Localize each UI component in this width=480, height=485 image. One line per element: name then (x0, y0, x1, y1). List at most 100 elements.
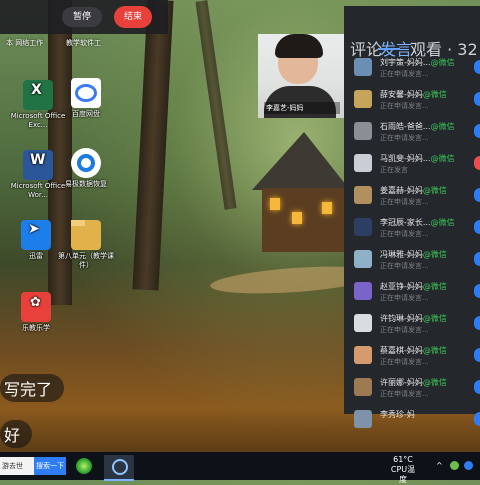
avatar (354, 154, 372, 172)
tray-app-icon[interactable] (464, 461, 473, 470)
participant-name-text: 许钧琳-妈妈 (380, 314, 423, 323)
baidu-netdisk-icon (71, 78, 101, 108)
desktop-icon-label: 易极数据恢复 (65, 180, 107, 188)
participant-row[interactable]: 姜嘉赫-妈妈@微信 正在申请发言... (352, 184, 480, 214)
pause-button[interactable]: 暂停 (62, 7, 102, 27)
participant-source-tag: @微信 (422, 90, 447, 99)
participant-name: 赵亚铮-妈妈@微信 (380, 281, 447, 292)
mic-toggle-icon[interactable] (474, 124, 480, 138)
taskbar: 游去世 搜索一下 61°C CPU温度 ^ (0, 452, 480, 484)
mic-toggle-icon[interactable] (474, 284, 480, 298)
participant-status: 正在申请发言... (380, 390, 429, 398)
participant-status: 正在申请发言... (380, 70, 429, 78)
tree-trunk (132, 0, 174, 291)
participant-status: 正在申请发言... (380, 358, 429, 366)
mic-toggle-icon[interactable] (474, 156, 480, 170)
mic-toggle-icon[interactable] (474, 220, 480, 234)
mic-toggle-icon[interactable] (474, 380, 480, 394)
cpu-temperature: 61°C CPU温度 (388, 455, 418, 485)
participant-name-text: 蔡嘉棋-妈妈 (380, 346, 423, 355)
desktop-label: 教学软件工 (66, 39, 101, 47)
participant-name-text: 马凯斐-妈妈... (380, 154, 431, 163)
chat-bubble: 写完了 (0, 374, 65, 402)
participant-status: 正在申请发言... (380, 102, 429, 110)
participant-video[interactable]: 李嘉艺-妈妈 (258, 34, 344, 118)
mic-toggle-icon[interactable] (474, 412, 480, 426)
avatar (354, 186, 372, 204)
participant-source-tag: @微信 (430, 58, 455, 67)
participant-row[interactable]: 赵亚铮-妈妈@微信 正在申请发言... (352, 280, 480, 310)
mic-toggle-icon[interactable] (474, 60, 480, 74)
mic-toggle-icon[interactable] (474, 316, 480, 330)
participant-name-text: 石雨皓-爸爸... (380, 122, 431, 131)
desktop-icon-xunlei[interactable]: ➤ 迅雷 (8, 220, 64, 261)
participant-row[interactable]: 许丽娜-妈妈@微信正在申请发言... (352, 376, 480, 406)
desktop-icon-data-recovery[interactable]: 易极数据恢复 (58, 148, 114, 189)
participant-name: 冯琳雅-妈妈@微信 (380, 249, 447, 260)
taskbar-search-input[interactable]: 游去世 (0, 457, 34, 475)
participant-status: 正在申请发言... (380, 134, 429, 142)
desktop-icon-baidu-netdisk[interactable]: 百度网盘 (58, 78, 114, 119)
search-button[interactable]: 搜索一下 (34, 457, 66, 475)
desktop-icon-courseware-folder[interactable]: 第八单元（教学课件） (58, 220, 114, 270)
participant-row[interactable]: 李秀珍-妈 (352, 408, 480, 438)
desktop-icon-label: 第八单元（教学课件） (58, 252, 114, 269)
participant-name: 薛安馨-妈妈@微信 (380, 89, 447, 100)
avatar (354, 282, 372, 300)
excel-icon: X (23, 80, 53, 110)
participant-row[interactable]: 李冠辰-家长...@微信 正在申请发言... (352, 216, 480, 246)
folder-icon (71, 220, 101, 250)
app-360-icon[interactable] (76, 458, 92, 474)
participant-name-text: 许丽娜-妈妈 (380, 378, 423, 387)
participant-status: 正在申请发言... (380, 294, 429, 302)
participant-row[interactable]: 石雨皓-爸爸...@微信 正在申请发言... (352, 120, 480, 150)
avatar (354, 314, 372, 332)
participant-name-text: 薛安馨-妈妈 (380, 90, 423, 99)
tray-network-icon[interactable] (450, 461, 459, 470)
avatar (354, 218, 372, 236)
cpu-temperature-label: CPU温度 (390, 465, 416, 484)
participant-status: 正在发言 (380, 166, 408, 174)
avatar (354, 346, 372, 364)
avatar (354, 378, 372, 396)
avatar (354, 250, 372, 268)
lejiaolexue-icon: ✿ (21, 292, 51, 322)
participant-source-tag: @微信 (422, 378, 447, 387)
video-person-hair (275, 34, 323, 58)
desktop-icon-lejiaolexue[interactable]: ✿ 乐教乐学 (8, 292, 64, 333)
participant-status: 正在申请发言... (380, 326, 429, 334)
mic-toggle-icon[interactable] (474, 188, 480, 202)
participant-row[interactable]: 刘宇策-妈妈...@微信 正在申请发言... (352, 56, 480, 86)
participant-name: 石雨皓-爸爸...@微信 (380, 121, 455, 132)
participant-row[interactable]: 薛安馨-妈妈@微信 正在申请发言... (352, 88, 480, 118)
participant-name: 李秀珍-妈 (380, 409, 415, 420)
word-icon: W (23, 150, 53, 180)
cottage (252, 132, 350, 252)
tray-chevron-icon[interactable]: ^ (436, 461, 446, 471)
participant-status: 正在申请发言... (380, 198, 429, 206)
desktop-icon-label: 乐教乐学 (22, 324, 50, 332)
live-control-bar: 暂停 结束 (0, 0, 168, 34)
mic-toggle-icon[interactable] (474, 348, 480, 362)
desktop-label: 本 网络工作 (6, 39, 44, 47)
participant-row[interactable]: 蔡嘉棋-妈妈@微信 正在申请发言... (352, 344, 480, 374)
participant-status: 正在申请发言... (380, 230, 429, 238)
participant-name: 姜嘉赫-妈妈@微信 (380, 185, 447, 196)
participant-source-tag: @微信 (422, 186, 447, 195)
cpu-temperature-value: 61°C (393, 455, 413, 464)
mic-toggle-icon[interactable] (474, 92, 480, 106)
active-tab-indicator (378, 48, 400, 50)
participant-row[interactable]: 马凯斐-妈妈...@微信 正在发言 (352, 152, 480, 182)
participant-name-text: 李秀珍-妈 (380, 410, 415, 419)
desktop-icon-label: 迅雷 (29, 252, 43, 260)
participant-row[interactable]: 许钧琳-妈妈@微信 正在申请发言... (352, 312, 480, 342)
app-active-icon[interactable] (104, 455, 134, 481)
participant-name-text: 赵亚铮-妈妈 (380, 282, 423, 291)
participant-name: 蔡嘉棋-妈妈@微信 (380, 345, 447, 356)
end-button[interactable]: 结束 (114, 6, 152, 28)
participant-source-tag: @微信 (422, 346, 447, 355)
side-panel: 评论 发言 观看 · 32 刘宇策-妈妈...@微信正在申请发言...薛安馨-妈… (344, 6, 480, 428)
participant-source-tag: @微信 (422, 282, 447, 291)
mic-toggle-icon[interactable] (474, 252, 480, 266)
participant-row[interactable]: 冯琳雅-妈妈@微信 正在申请发言... (352, 248, 480, 278)
